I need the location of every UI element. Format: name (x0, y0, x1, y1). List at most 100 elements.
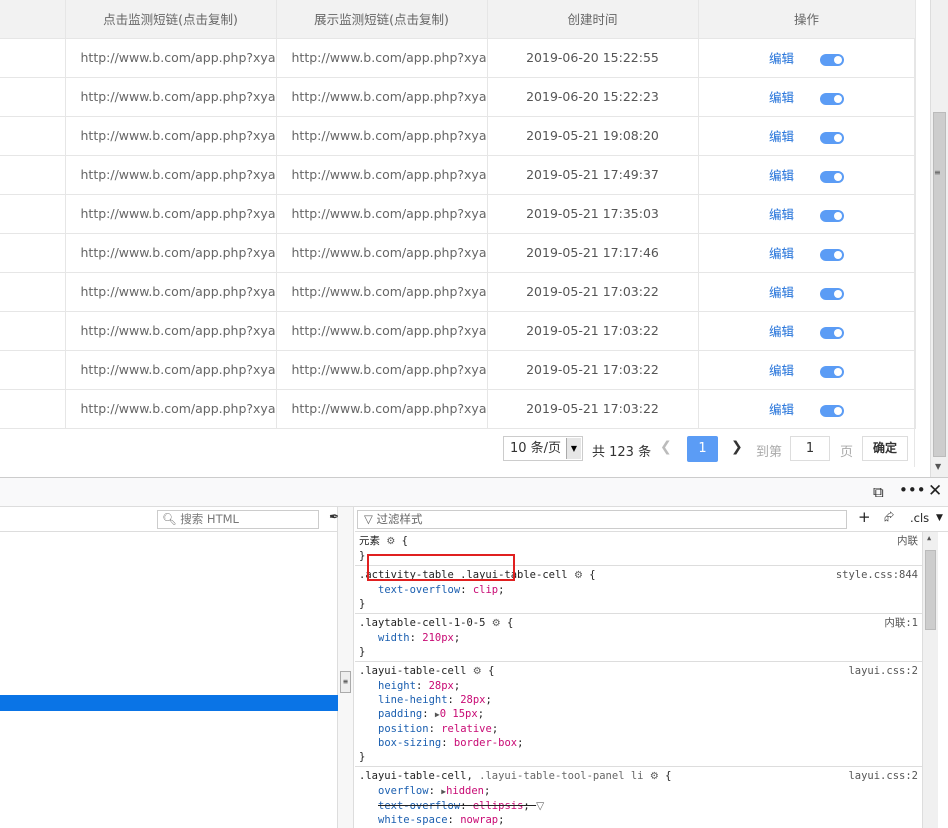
edit-link[interactable]: 编辑 (769, 168, 794, 183)
status-toggle[interactable] (820, 365, 844, 378)
click-url-cell[interactable]: http://www.b.com/app.php?xyad= (65, 233, 277, 273)
property-value[interactable]: clip (473, 584, 498, 596)
edit-link[interactable]: 编辑 (769, 363, 794, 378)
page-scrollbar[interactable]: ≡ ▼ (930, 0, 948, 477)
show-url-cell[interactable]: http://www.b.com/app.php?xyad= (276, 194, 488, 234)
declaration[interactable]: box-sizing: border-box; (359, 736, 918, 750)
overridden-declaration[interactable]: text-overflow: ellipsis; ▽ (359, 799, 918, 813)
declaration[interactable]: width: 210px; (359, 631, 918, 645)
scroll-up-icon[interactable]: ▲ (927, 534, 931, 542)
rule-selector[interactable]: .laytable-cell-1-0-5 (359, 617, 485, 629)
status-toggle[interactable] (820, 326, 844, 339)
rule-source[interactable]: 内联:1 (884, 616, 918, 630)
edit-link[interactable]: 编辑 (769, 402, 794, 417)
show-url-cell[interactable]: http://www.b.com/app.php?xyad= (276, 116, 488, 156)
property-name[interactable]: line-height (378, 694, 448, 706)
property-name[interactable]: overflow (378, 785, 429, 797)
edit-link[interactable]: 编辑 (769, 324, 794, 339)
goto-page-input[interactable]: 1 (790, 436, 830, 461)
rule-source[interactable]: layui.css:2 (848, 664, 918, 678)
edit-link[interactable]: 编辑 (769, 285, 794, 300)
selected-markup-node[interactable] (0, 695, 338, 711)
click-url-cell[interactable]: http://www.b.com/app.php?xyad= (65, 272, 277, 312)
status-toggle[interactable] (820, 209, 844, 222)
declaration[interactable]: padding: ▶0 15px; (359, 707, 918, 722)
rules-scrollbar-thumb[interactable] (925, 550, 936, 630)
rule-selector-secondary[interactable]: .layui-table-tool-panel li (479, 770, 643, 782)
property-value[interactable]: hidden (446, 785, 484, 797)
filter-styles-input[interactable]: ▽ 过滤样式 (357, 510, 847, 529)
property-value[interactable]: 0 15px (440, 708, 478, 720)
property-value[interactable]: 28px (460, 694, 485, 706)
status-toggle[interactable] (820, 248, 844, 261)
pane-splitter[interactable]: ≡ (338, 507, 354, 828)
header-click-url[interactable]: 点击监测短链(点击复制) (65, 0, 277, 39)
status-toggle[interactable] (820, 404, 844, 417)
page-size-select[interactable]: 10 条/页 ▼ (503, 436, 583, 461)
dock-side-icon[interactable]: ⧉ (873, 483, 884, 501)
chevron-down-icon[interactable]: ▼ (936, 513, 943, 523)
current-page-button[interactable]: 1 (687, 436, 718, 462)
more-options-icon[interactable]: ••• (899, 481, 926, 499)
gear-icon[interactable]: ⚙ (650, 771, 659, 782)
declaration[interactable]: line-height: 28px; (359, 693, 918, 707)
edit-link[interactable]: 编辑 (769, 207, 794, 222)
show-url-cell[interactable]: http://www.b.com/app.php?xyad= (276, 233, 488, 273)
property-name[interactable]: width (378, 632, 410, 644)
edit-link[interactable]: 编辑 (769, 129, 794, 144)
declaration[interactable]: position: relative; (359, 722, 918, 736)
property-value[interactable]: ellipsis (473, 800, 524, 812)
property-name[interactable]: white-space (378, 814, 448, 826)
show-url-cell[interactable]: http://www.b.com/app.php?xyad= (276, 155, 488, 195)
property-value[interactable]: border-box (454, 737, 517, 749)
scroll-down-icon[interactable]: ▼ (935, 462, 941, 471)
show-url-cell[interactable]: http://www.b.com/app.php?xyad= (276, 350, 488, 390)
page-scrollbar-thumb[interactable] (933, 112, 946, 457)
search-html-input[interactable]: 🔍︎ 搜索 HTML (157, 510, 319, 529)
gear-icon[interactable]: ⚙ (473, 666, 482, 677)
prev-page-icon[interactable]: ❮ (660, 439, 672, 455)
cls-toggle-button[interactable]: .cls (910, 511, 929, 525)
property-name[interactable]: text-overflow (378, 800, 460, 812)
gear-icon[interactable]: ⚙ (574, 570, 583, 581)
declaration[interactable]: height: 28px; (359, 679, 918, 693)
confirm-button[interactable]: 确定 (862, 436, 908, 461)
show-url-cell[interactable]: http://www.b.com/app.php?xyad= (276, 272, 488, 312)
status-toggle[interactable] (820, 287, 844, 300)
property-value[interactable]: 210px (422, 632, 454, 644)
click-url-cell[interactable]: http://www.b.com/app.php?xyad= (65, 311, 277, 351)
property-name[interactable]: position (378, 723, 429, 735)
property-name[interactable]: height (378, 680, 416, 692)
rule-source[interactable]: layui.css:2 (848, 769, 918, 783)
property-name[interactable]: box-sizing (378, 737, 441, 749)
click-url-cell[interactable]: http://www.b.com/app.php?xyad= (65, 194, 277, 234)
declaration[interactable]: overflow: ▶hidden; (359, 784, 918, 799)
property-name[interactable]: text-overflow (378, 584, 460, 596)
print-media-icon[interactable]: ⮳ (884, 510, 894, 525)
declaration[interactable]: text-overflow: clip; (359, 583, 918, 597)
click-url-cell[interactable]: http://www.b.com/app.php?xyad= (65, 350, 277, 390)
rule-selector[interactable]: 元素 (359, 535, 380, 547)
rule-source[interactable]: 内联 (897, 534, 918, 548)
edit-link[interactable]: 编辑 (769, 90, 794, 105)
gear-icon[interactable]: ⚙ (386, 536, 395, 547)
dropdown-arrow-icon[interactable]: ▼ (566, 438, 581, 459)
rule-source[interactable]: style.css:844 (836, 568, 918, 582)
property-value[interactable]: relative (441, 723, 492, 735)
click-url-cell[interactable]: http://www.b.com/app.php?xyad= (65, 389, 277, 429)
edit-link[interactable]: 编辑 (769, 51, 794, 66)
property-name[interactable]: padding (378, 708, 422, 720)
declaration[interactable]: white-space: nowrap; (359, 813, 918, 827)
header-show-url[interactable]: 展示监测短链(点击复制) (276, 0, 488, 39)
edit-link[interactable]: 编辑 (769, 246, 794, 261)
add-rule-icon[interactable]: + (858, 508, 871, 526)
property-value[interactable]: 28px (429, 680, 454, 692)
splitter-grip-icon[interactable]: ≡ (340, 671, 351, 693)
rule-selector[interactable]: .layui-table-cell, (359, 770, 473, 782)
status-toggle[interactable] (820, 92, 844, 105)
status-toggle[interactable] (820, 131, 844, 144)
rules-scrollbar[interactable]: ▲ (922, 532, 938, 828)
show-url-cell[interactable]: http://www.b.com/app.php?xyad= (276, 389, 488, 429)
status-toggle[interactable] (820, 53, 844, 66)
click-url-cell[interactable]: http://www.b.com/app.php?xyad= (65, 38, 277, 78)
